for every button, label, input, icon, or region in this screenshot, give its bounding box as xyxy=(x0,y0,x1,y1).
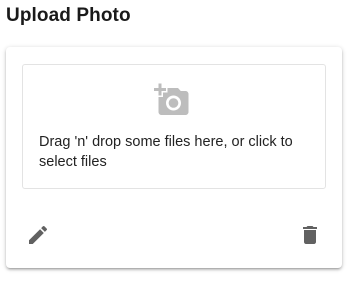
upload-photo-page: Upload Photo Drag 'n' drop some files he… xyxy=(0,0,356,284)
page-title: Upload Photo xyxy=(6,5,131,26)
pencil-icon xyxy=(26,223,50,252)
trash-icon xyxy=(298,223,322,252)
add-photo-icon xyxy=(154,82,190,118)
dropzone-instructions: Drag 'n' drop some files here, or click … xyxy=(39,134,293,170)
file-dropzone[interactable]: Drag 'n' drop some files here, or click … xyxy=(22,64,326,189)
upload-card: Drag 'n' drop some files here, or click … xyxy=(6,47,342,268)
edit-button[interactable] xyxy=(20,219,56,255)
delete-button[interactable] xyxy=(292,219,328,255)
